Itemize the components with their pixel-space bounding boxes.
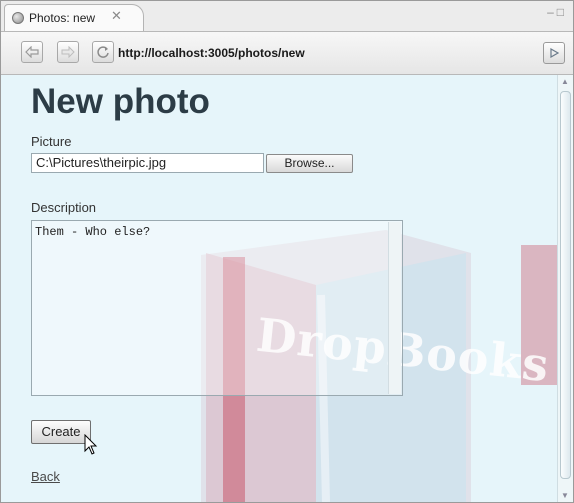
back-arrow-icon (25, 46, 39, 58)
close-tab-icon[interactable]: ✕ (111, 8, 122, 24)
scroll-up-icon[interactable]: ▲ (561, 77, 569, 86)
minimize-icon[interactable]: ‒ (547, 5, 557, 19)
address-bar[interactable]: http://localhost:3005/photos/new (118, 46, 305, 60)
forward-button[interactable] (57, 41, 79, 63)
go-button[interactable] (543, 42, 565, 64)
browser-toolbar: http://localhost:3005/photos/new (1, 32, 573, 75)
description-text: Them - Who else? (35, 225, 151, 239)
description-label: Description (31, 200, 97, 215)
refresh-icon (97, 46, 109, 58)
globe-icon (12, 12, 24, 24)
create-button[interactable]: Create (31, 420, 91, 444)
description-textarea[interactable]: Them - Who else? (31, 220, 403, 396)
go-icon (550, 48, 559, 58)
browser-tab[interactable]: Photos: new ✕ (4, 4, 144, 31)
browser-window: Photos: new ✕ ‒□ http://localhost:3005/p… (0, 0, 574, 503)
browse-button[interactable]: Browse... (266, 154, 353, 173)
scroll-down-icon[interactable]: ▼ (561, 491, 569, 500)
mouse-pointer-icon (84, 434, 98, 455)
page-content: DropBooks New photo Picture C:\Pictures\… (1, 75, 557, 502)
back-button[interactable] (21, 41, 43, 63)
page-scrollbar[interactable]: ▲ ▼ (557, 75, 573, 502)
scrollbar-thumb[interactable] (560, 91, 571, 479)
refresh-button[interactable] (92, 41, 114, 63)
maximize-icon[interactable]: □ (557, 5, 567, 19)
window-controls: ‒□ (547, 5, 567, 19)
page-title: New photo (31, 82, 210, 121)
picture-label: Picture (31, 134, 72, 149)
picture-file-input[interactable]: C:\Pictures\theirpic.jpg (31, 153, 264, 173)
tab-bar: Photos: new ✕ ‒□ (1, 1, 573, 32)
forward-arrow-icon (61, 46, 75, 58)
textarea-scrollbar[interactable] (388, 222, 401, 394)
back-link[interactable]: Back (31, 469, 60, 484)
tab-title: Photos: new (29, 11, 96, 25)
